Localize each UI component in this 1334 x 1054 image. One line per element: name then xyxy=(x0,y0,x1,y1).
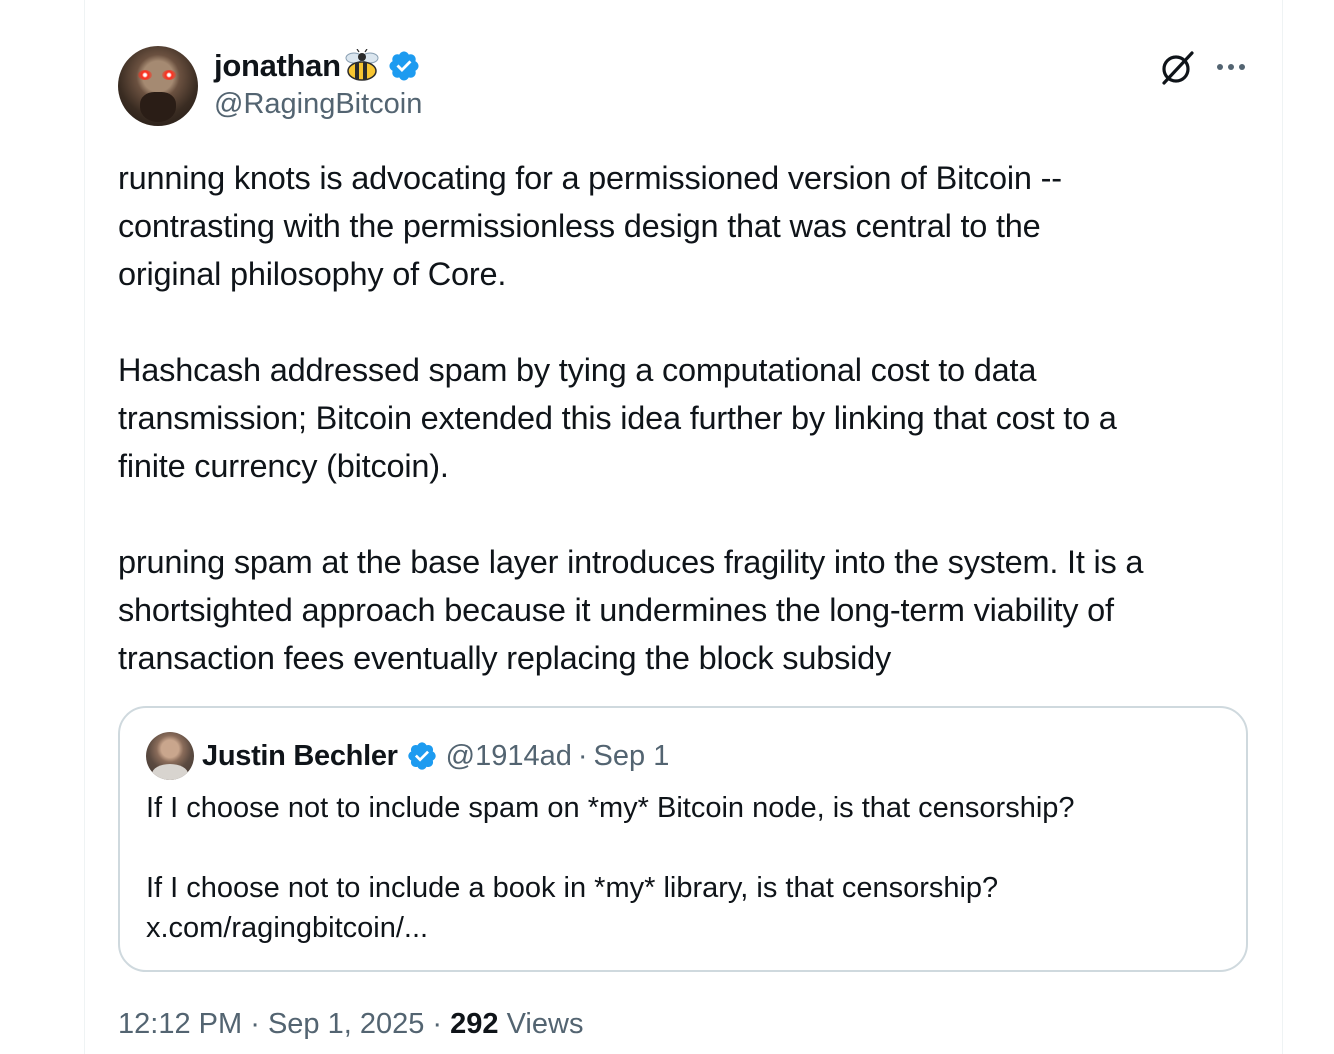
author-handle[interactable]: @RagingBitcoin xyxy=(214,88,422,121)
footer-separator: · xyxy=(250,1008,260,1040)
bee-icon xyxy=(343,48,381,83)
quoted-author-avatar[interactable] xyxy=(146,732,194,780)
author-avatar[interactable] xyxy=(118,46,198,126)
views-label: Views xyxy=(506,1008,584,1040)
tweet-date[interactable]: Sep 1, 2025 xyxy=(268,1008,424,1040)
quoted-tweet-card[interactable]: Justin Bechler @1914ad · Sep 1 If I choo… xyxy=(118,706,1248,972)
avatar-laser-eye-right xyxy=(162,70,176,80)
tweet-time[interactable]: 12:12 PM xyxy=(118,1008,242,1040)
grok-icon[interactable] xyxy=(1158,48,1196,86)
author-display-name[interactable]: jonathan xyxy=(214,48,341,84)
column-border-left xyxy=(84,0,85,1054)
quoted-tweet-text: If I choose not to include spam on *my* … xyxy=(146,792,1075,944)
avatar-shirt xyxy=(152,764,188,780)
more-options-icon[interactable] xyxy=(1214,58,1248,76)
verified-badge-icon[interactable] xyxy=(387,49,421,83)
verified-badge-icon[interactable] xyxy=(406,740,438,772)
views-count[interactable]: 292 xyxy=(450,1008,498,1040)
quoted-handle[interactable]: @1914ad xyxy=(446,740,572,773)
author-name-row: jonathan xyxy=(214,46,421,86)
column-border-right xyxy=(1282,0,1283,1054)
tweet-text: running knots is advocating for a permis… xyxy=(118,160,1144,676)
quoted-header: Justin Bechler @1914ad · Sep 1 xyxy=(202,734,669,778)
avatar-laser-eye-left xyxy=(138,70,152,80)
avatar-beard xyxy=(140,92,176,122)
tweet-footer: 12:12 PM · Sep 1, 2025 · 292 Views xyxy=(118,1008,583,1041)
quoted-separator: · xyxy=(577,739,588,772)
footer-separator: · xyxy=(432,1008,443,1040)
quoted-display-name[interactable]: Justin Bechler xyxy=(202,740,398,773)
quoted-date[interactable]: Sep 1 xyxy=(594,740,670,773)
